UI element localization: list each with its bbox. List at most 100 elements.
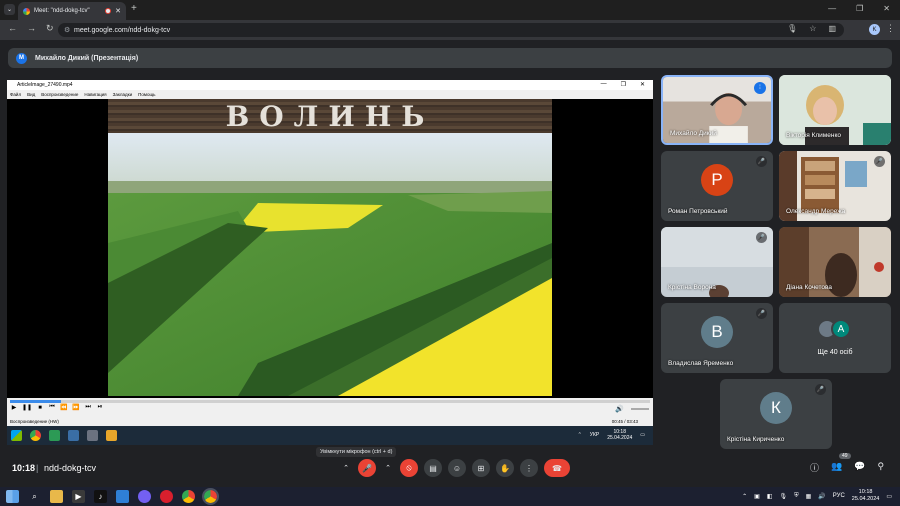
people-icon[interactable]: 👥 (831, 461, 842, 474)
participant-avatar: К (760, 392, 792, 425)
inner-notification-icon: ▭ (640, 432, 645, 438)
vlc-prev-icon: ⏮ (49, 404, 55, 410)
vlc-menu-playback: Воспроизведение (41, 92, 79, 97)
tray-clock[interactable]: 10:18 25.04.2024 (852, 489, 880, 503)
tab-search-button[interactable]: ⌄ (4, 4, 15, 15)
shared-screen: ArticleImage_27490.mp4 — ❐ ✕ Файл Вид Восп… (7, 80, 653, 445)
meeting-clock: 10:18 (12, 463, 36, 473)
back-icon[interactable]: ← (8, 23, 17, 34)
participant-name: Олександр Мережа (786, 208, 846, 215)
mic-muted-icon: 🎤 (815, 384, 826, 395)
mic-off-button[interactable]: 🎤 (358, 459, 376, 477)
raise-hand-button[interactable]: ✋ (496, 459, 514, 477)
browser-menu-icon[interactable]: ⋮ (886, 23, 895, 34)
address-bar[interactable]: ⚙ meet.google.com/ndd-dokg-tcv (58, 23, 844, 37)
audio-options-chevron-icon[interactable]: ⌃ (340, 459, 352, 477)
more-options-button[interactable]: ⋮ (520, 459, 538, 477)
chrome-active-icon[interactable] (202, 488, 219, 505)
mic-tooltip: Увімкнути мікрофон (ctrl + d) (316, 447, 397, 457)
tray-volume-icon[interactable]: 🔊 (818, 493, 825, 500)
participant-tile[interactable]: 🎤 Крістіна Ворона (661, 227, 773, 297)
tray-media-icon[interactable]: ◧ (767, 493, 773, 500)
participant-tile[interactable]: Вікторія Клименко (779, 75, 891, 145)
notifications-icon[interactable]: ▭ (886, 493, 892, 500)
mic-muted-icon: 🎤 (756, 308, 767, 319)
close-window-button[interactable]: ✕ (883, 4, 890, 13)
chat-icon[interactable]: 💬 (854, 461, 865, 474)
speaking-indicator-icon: ⁞ (754, 82, 766, 94)
participant-tile[interactable]: ⁞ Михайло Дикий (661, 75, 773, 145)
maximize-button[interactable]: ❐ (856, 4, 863, 13)
participant-name: Владислав Яременко (668, 360, 734, 367)
tiktok-icon[interactable]: ♪ (94, 490, 107, 503)
participant-tile[interactable]: 🎤 В Владислав Яременко (661, 303, 773, 373)
video-frame: ВОЛИНЬ (108, 99, 552, 396)
more-participants-tile[interactable]: А Ще 40 осіб (779, 303, 891, 373)
vlc-seek-progress (10, 400, 62, 403)
tray-language[interactable]: РУС (833, 493, 845, 499)
viber-icon[interactable] (138, 490, 151, 503)
vlc-frame-icon: ⏯ (97, 404, 103, 410)
vlc-menu-view: Вид (27, 92, 36, 97)
tab-close-icon[interactable]: ✕ (115, 7, 121, 15)
file-explorer-icon[interactable] (50, 490, 63, 503)
forward-icon[interactable]: → (27, 23, 36, 34)
inner-vlc-icon (87, 430, 98, 441)
vlc-minimize-icon: — (600, 81, 607, 87)
reactions-button[interactable]: ☺ (448, 459, 466, 477)
tray-mic-icon[interactable]: 🎙 (779, 493, 787, 500)
inner-app-icon (49, 430, 60, 441)
vlc-stop-icon: ■ (38, 404, 42, 411)
site-info-icon[interactable]: ⚙ (64, 26, 70, 34)
inner-tray-date: 25.04.2024 (607, 435, 633, 441)
captions-button[interactable]: ▤ (424, 459, 442, 477)
new-tab-button[interactable]: + (131, 3, 137, 14)
more-participants-label: Ще 40 осіб (817, 349, 853, 356)
browser-tab-meet[interactable]: Meet: "ndd-dokg-tcv" ✕ (18, 2, 126, 20)
participant-tile[interactable]: 🎤 К Крістіна Кириченко (720, 379, 832, 449)
tray-arrow-icon[interactable]: ⌃ (742, 493, 747, 500)
participant-tile[interactable]: Діана Кочетова (779, 227, 891, 297)
vlc-menu-navigation: Навигация (84, 92, 107, 97)
meet-app-icon[interactable] (116, 490, 129, 503)
inner-tray-clock: 10:18 25.04.2024 (607, 429, 632, 441)
vlc-menu-bar: Файл Вид Воспроизведение Навигация Закла… (7, 90, 653, 99)
tray-network-icon[interactable]: ▦ (806, 493, 812, 500)
tray-app-icon[interactable]: ▣ (754, 493, 760, 500)
reload-icon[interactable]: ↻ (46, 23, 54, 34)
participant-name: Діана Кочетова (786, 284, 833, 291)
inner-chrome-icon (30, 430, 41, 441)
mic-permission-icon[interactable]: 🎙 (787, 24, 797, 33)
participant-tile[interactable]: 🎤 Олександр Мережа (779, 151, 891, 221)
minimize-button[interactable]: — (828, 4, 836, 13)
activities-icon[interactable]: ⚲ (877, 461, 884, 474)
meet-side-controls: ⓘ 👥 💬 ⚲ (810, 461, 884, 474)
vlc-status-bar: Воспроизведение (HW) 00:45 / 03:43 (10, 419, 650, 426)
participant-avatar: В (701, 316, 733, 349)
vlc-title-bar: ArticleImage_27490.mp4 — ❐ ✕ (7, 80, 653, 90)
vlc-pause-icon: ❚❚ (22, 405, 33, 411)
taskbar-apps: ⌕ ▶ ♪ (6, 488, 219, 505)
windows-start-icon[interactable] (6, 490, 19, 503)
profile-avatar[interactable]: K (869, 24, 880, 35)
opera-icon[interactable] (160, 490, 173, 503)
camera-off-button[interactable]: ⦸ (400, 459, 418, 477)
chrome-icon[interactable] (182, 490, 195, 503)
present-screen-button[interactable]: ⊞ (472, 459, 490, 477)
side-panel-icon[interactable]: ▥ (828, 24, 836, 33)
participant-name: Вікторія Клименко (786, 132, 842, 139)
meeting-info-icon[interactable]: ⓘ (810, 461, 819, 474)
media-app-icon[interactable]: ▶ (72, 490, 85, 503)
vlc-controls: ▶ ❚❚ ■ ⏮ ⏪ ⏩ ⏭ ⏯ 🔊 Воспроизведение (HW) … (7, 398, 653, 445)
meeting-separator: | (36, 463, 39, 473)
nav-buttons: ← → ↻ (8, 23, 54, 34)
bookmark-star-icon[interactable]: ☆ (809, 24, 816, 33)
mic-muted-icon: 🎤 (874, 156, 885, 167)
inner-system-tray: ⌃ УКР 10:18 25.04.2024 ▭ (578, 429, 645, 441)
participant-name: Крістіна Ворона (668, 284, 716, 291)
tray-security-icon[interactable]: ⛨ (794, 493, 799, 500)
participant-tile[interactable]: 🎤 Р Роман Петровський (661, 151, 773, 221)
search-icon[interactable]: ⌕ (28, 490, 41, 503)
leave-call-button[interactable]: ☎ (544, 459, 570, 477)
video-options-chevron-icon[interactable]: ⌃ (382, 459, 394, 477)
